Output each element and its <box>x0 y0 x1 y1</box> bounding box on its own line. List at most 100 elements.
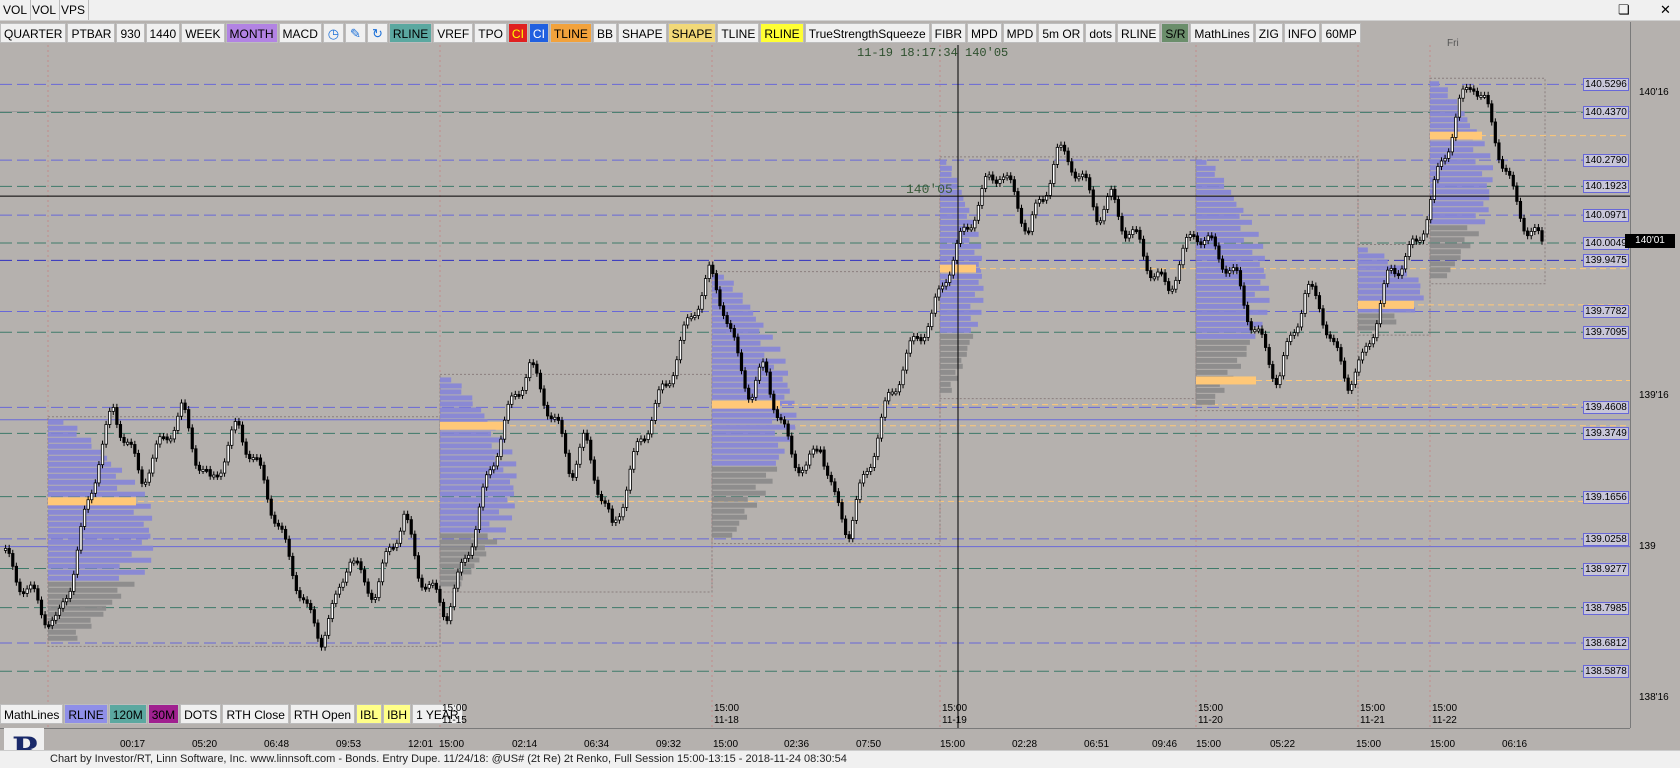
volume-profile-bar <box>48 593 122 599</box>
pencil-icon[interactable]: ✎ <box>344 23 366 43</box>
clock-icon[interactable]: ◷ <box>322 23 344 43</box>
toolbar-button-rth-open[interactable]: RTH Open <box>289 704 356 724</box>
price-axis[interactable]: 140.5296 140.4370 140.2790 140.1923 140.0971… <box>1583 22 1680 728</box>
toolbar-button-week[interactable]: WEEK <box>181 23 225 43</box>
toolbar-button-dots[interactable]: dots <box>1085 23 1117 43</box>
menu-vol[interactable]: VOL <box>0 0 32 20</box>
candle-body <box>151 457 155 474</box>
candle-body <box>1260 328 1264 335</box>
candle-body <box>1185 237 1189 249</box>
toolbar-button-120m[interactable]: 120M <box>108 704 147 724</box>
refresh-icon[interactable]: ↻ <box>366 23 388 43</box>
candle-body <box>212 474 216 478</box>
volume-profile-bar <box>48 557 152 563</box>
toolbar-button-vref[interactable]: VREF <box>433 23 474 43</box>
candle-body <box>406 513 410 521</box>
price-chart[interactable]: 140'05 <box>0 0 1680 768</box>
candle-body <box>1220 258 1225 270</box>
toolbar-button-tpo[interactable]: TPO <box>474 23 507 43</box>
toolbar-button-fibr[interactable]: FIBR <box>930 23 966 43</box>
toolbar-button-mathlines[interactable]: MathLines <box>1190 23 1254 43</box>
toolbar-button-bb[interactable]: BB <box>592 23 617 43</box>
toolbar-button-ci[interactable]: CI <box>507 23 528 43</box>
candle-body <box>337 586 342 595</box>
candle-body <box>1267 347 1271 365</box>
toolbar-button-mpd[interactable]: MPD <box>967 23 1002 43</box>
candle-body <box>21 591 26 595</box>
toolbar-button-30m[interactable]: 30M <box>147 704 180 724</box>
toolbar-button-tline[interactable]: TLINE <box>549 23 592 43</box>
toolbar-button-5m-or[interactable]: 5m OR <box>1038 23 1085 43</box>
candle-body <box>843 518 848 536</box>
toolbar-button-month[interactable]: MONTH <box>225 23 278 43</box>
toolbar-button-s-r[interactable]: S/R <box>1161 23 1190 43</box>
toolbar-button-ibl[interactable]: IBL <box>356 704 383 724</box>
candle-body <box>991 174 995 181</box>
toolbar-button-rline[interactable]: RLINE <box>388 23 433 43</box>
toolbar-button-zig[interactable]: ZIG <box>1254 23 1283 43</box>
candle-body <box>1314 285 1318 296</box>
volume-profile-bar <box>1430 153 1491 159</box>
toolbar-button-rth-close[interactable]: RTH Close <box>222 704 289 724</box>
volume-profile-bar <box>48 599 113 605</box>
toolbar-button-tline[interactable]: TLINE <box>717 23 760 43</box>
toolbar-button-quarter[interactable]: QUARTER <box>0 23 67 43</box>
price-level-label: 140.2790 <box>1583 154 1629 168</box>
volume-profile-bar <box>712 478 773 484</box>
toolbar-button-info[interactable]: INFO <box>1283 23 1321 43</box>
volume-profile-bar <box>712 298 743 304</box>
close-icon[interactable]: ✕ <box>1660 0 1671 20</box>
candle-body <box>632 451 636 470</box>
toolbar-button-mathlines[interactable]: MathLines <box>0 704 64 724</box>
restore-icon[interactable]: ❏ <box>1618 0 1630 20</box>
candle-body <box>894 391 898 395</box>
toolbar-button-rline[interactable]: RLINE <box>64 704 108 724</box>
candle-body <box>1454 116 1458 138</box>
volume-profile-bar <box>440 395 473 401</box>
toolbar-button-truestrengthsqueeze[interactable]: TrueStrengthSqueeze <box>804 23 930 43</box>
candle-body <box>492 465 496 471</box>
toolbar-button-dots[interactable]: DOTS <box>180 704 222 724</box>
volume-profile-bar <box>48 479 136 485</box>
candle-body <box>596 479 600 495</box>
volume-profile-bar <box>1430 189 1490 195</box>
toolbar-button-shape[interactable]: SHAPE <box>617 23 667 43</box>
toolbar-button-mpd[interactable]: MPD <box>1002 23 1038 43</box>
toolbar-button-ibh[interactable]: IBH <box>383 704 412 724</box>
candle-body <box>57 607 62 616</box>
candle-body <box>869 467 873 472</box>
candle-body <box>1195 235 1199 243</box>
candle-body <box>1019 207 1024 224</box>
candle-body <box>32 584 36 590</box>
volume-profile-bar <box>48 545 154 551</box>
toolbar-button-ptbar[interactable]: PTBAR <box>67 23 116 43</box>
toolbar-button-rline[interactable]: RLINE <box>1117 23 1161 43</box>
toolbar-button-shape[interactable]: SHAPE <box>667 23 717 43</box>
toolbar-button-ci[interactable]: CI <box>528 23 549 43</box>
time-axis[interactable]: 00:17 05:20 06:48 09:53 12:01 15:00 02:14 06:34… <box>0 728 1630 750</box>
menu-vps[interactable]: VPS <box>58 0 90 20</box>
volume-profile-bar <box>440 509 500 515</box>
volume-profile-bar <box>940 321 978 327</box>
toolbar-button-rline[interactable]: RLINE <box>760 23 804 43</box>
time-axis-tick: 02:28 <box>1012 739 1038 750</box>
candle-body <box>793 453 797 468</box>
volume-profile-bar <box>1358 289 1420 295</box>
menu-vol-2[interactable]: VOL <box>29 0 61 20</box>
volume-profile-bar <box>1430 273 1448 279</box>
toolbar-button-1440[interactable]: 1440 <box>145 23 181 43</box>
toolbar-button-macd[interactable]: MACD <box>278 23 322 43</box>
candle-body <box>226 444 230 463</box>
toolbar-button-930[interactable]: 930 <box>116 23 145 43</box>
candle-body <box>50 619 54 627</box>
candle-body <box>3 548 8 551</box>
volume-profile-bar <box>940 327 971 333</box>
candle-body <box>1418 239 1422 243</box>
candle-body <box>546 404 550 417</box>
candle-body <box>599 494 604 502</box>
candle-body <box>258 457 263 466</box>
toolbar-button-60mp[interactable]: 60MP <box>1321 23 1361 43</box>
price-axis-tick: 140'16 <box>1639 87 1669 99</box>
candle-body <box>262 464 266 481</box>
candle-body <box>1482 94 1487 98</box>
